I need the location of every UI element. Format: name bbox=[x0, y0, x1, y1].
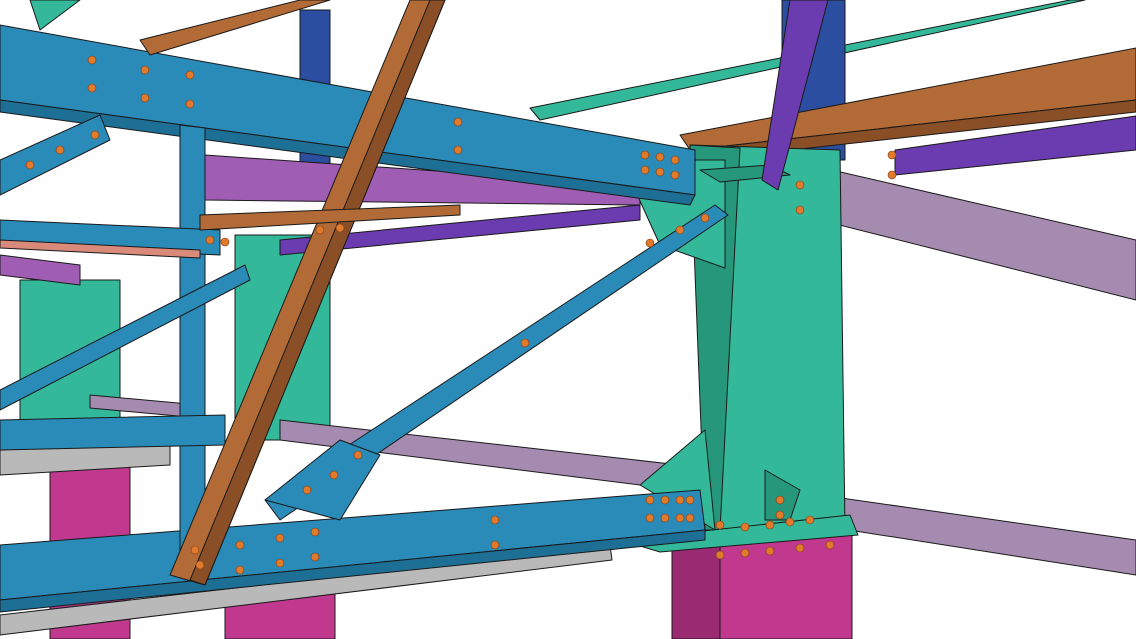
bolt bbox=[825, 540, 835, 550]
bolt bbox=[190, 545, 200, 555]
bolt bbox=[715, 550, 725, 560]
bolt bbox=[795, 180, 805, 190]
bolt bbox=[675, 513, 685, 523]
bolt bbox=[640, 165, 650, 175]
bolt bbox=[185, 70, 195, 80]
lattice-left-top bbox=[29, 0, 81, 31]
bolt bbox=[785, 517, 795, 527]
bolt bbox=[195, 560, 205, 570]
bolt bbox=[685, 495, 695, 505]
bolt bbox=[765, 520, 775, 530]
bolt bbox=[310, 552, 320, 562]
bolt bbox=[655, 167, 665, 177]
bolt bbox=[55, 145, 65, 155]
bolt bbox=[670, 155, 680, 165]
bolt bbox=[645, 513, 655, 523]
bolt bbox=[675, 225, 685, 235]
bolt bbox=[185, 99, 195, 109]
bolt bbox=[353, 450, 363, 460]
magenta-column-right-shade bbox=[671, 539, 721, 639]
bolt bbox=[887, 150, 897, 160]
teal-main-column bbox=[619, 144, 859, 553]
bolt bbox=[670, 170, 680, 180]
bolt bbox=[520, 338, 530, 348]
bolt bbox=[90, 130, 100, 140]
bolt bbox=[640, 150, 650, 160]
bolt bbox=[315, 225, 325, 235]
lilac-beam-upper-right bbox=[799, 164, 1136, 301]
bolt bbox=[490, 515, 500, 525]
bolt bbox=[220, 237, 230, 247]
bolt bbox=[740, 548, 750, 558]
bolt bbox=[275, 533, 285, 543]
bolt bbox=[775, 510, 785, 520]
bolt bbox=[329, 470, 339, 480]
bolt bbox=[887, 170, 897, 180]
bolt bbox=[740, 522, 750, 532]
bolt bbox=[205, 235, 215, 245]
bolt bbox=[775, 495, 785, 505]
bolt bbox=[675, 495, 685, 505]
blue-left-lower-beam bbox=[0, 414, 226, 451]
bolt bbox=[87, 55, 97, 65]
bolt bbox=[655, 152, 665, 162]
bolt bbox=[765, 546, 775, 556]
blue-upper-left-brace bbox=[0, 114, 111, 196]
bolt bbox=[453, 117, 463, 127]
bolt bbox=[25, 160, 35, 170]
bolt bbox=[795, 543, 805, 553]
bolt bbox=[87, 83, 97, 93]
bolt bbox=[235, 540, 245, 550]
bolt bbox=[453, 145, 463, 155]
purple-beam-left bbox=[0, 254, 81, 286]
bolt bbox=[660, 513, 670, 523]
bolt bbox=[660, 495, 670, 505]
bolt bbox=[645, 238, 655, 248]
bolt bbox=[275, 558, 285, 568]
bolt bbox=[490, 540, 500, 550]
bolt bbox=[700, 213, 710, 223]
bolt bbox=[140, 93, 150, 103]
bolt bbox=[302, 485, 312, 495]
bolt bbox=[310, 527, 320, 537]
bolt bbox=[805, 515, 815, 525]
bolt bbox=[795, 205, 805, 215]
bolt bbox=[715, 520, 725, 530]
steel-structure-3d-view[interactable] bbox=[0, 0, 1136, 639]
bolt bbox=[335, 223, 345, 233]
bolt bbox=[235, 565, 245, 575]
bolt bbox=[685, 513, 695, 523]
bolt bbox=[140, 65, 150, 75]
model-viewport[interactable] bbox=[0, 0, 1136, 639]
bolt bbox=[645, 495, 655, 505]
